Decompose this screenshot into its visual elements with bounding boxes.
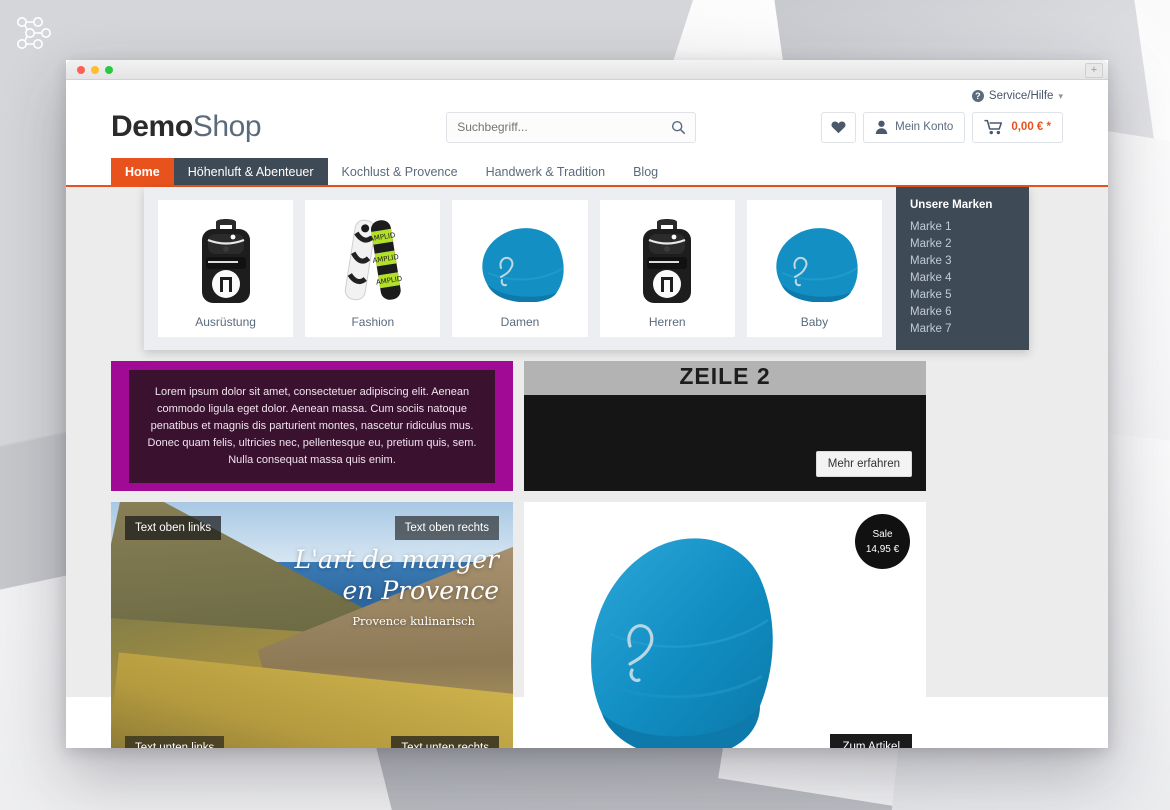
category-label: Fashion bbox=[351, 315, 395, 329]
brand-link[interactable]: Marke 5 bbox=[910, 287, 1015, 304]
browser-window: + ? Service/Hilfe ▾ DemoShop Suchbegriff… bbox=[66, 60, 1108, 748]
category-card-damen[interactable]: Damen bbox=[452, 200, 588, 337]
brand-link[interactable]: Marke 4 bbox=[910, 270, 1015, 287]
brands-panel: Unsere Marken Marke 1 Marke 2 Marke 3 Ma… bbox=[896, 187, 1029, 350]
new-tab-button[interactable]: + bbox=[1085, 63, 1103, 78]
zum-artikel-button[interactable]: Zum Artikel bbox=[830, 734, 912, 748]
mehr-erfahren-button[interactable]: Mehr erfahren bbox=[815, 451, 912, 477]
shop-header: ? Service/Hilfe ▾ DemoShop Suchbegriff..… bbox=[66, 80, 1108, 158]
category-label: Ausrüstung bbox=[195, 315, 256, 329]
account-label: Mein Konto bbox=[895, 121, 954, 133]
backpack-icon bbox=[201, 218, 250, 303]
overlay-top-right[interactable]: Text oben rechts bbox=[394, 516, 499, 540]
node-graph-icon bbox=[17, 17, 51, 49]
service-help-link[interactable]: ? Service/Hilfe ▾ bbox=[971, 90, 1063, 102]
header-actions: Mein Konto 0,00 € * bbox=[821, 111, 1063, 143]
desktop: + ? Service/Hilfe ▾ DemoShop Suchbegriff… bbox=[0, 0, 1170, 810]
cart-amount: 0,00 € * bbox=[1011, 121, 1051, 133]
logo-bold: Demo bbox=[111, 110, 193, 143]
logo-light: Shop bbox=[192, 110, 262, 143]
sale-label: Sale bbox=[872, 528, 893, 540]
category-label: Baby bbox=[800, 315, 829, 329]
user-icon bbox=[875, 120, 888, 134]
search-button[interactable] bbox=[661, 113, 695, 142]
maximize-icon[interactable] bbox=[105, 66, 113, 74]
category-label: Herren bbox=[648, 315, 686, 329]
beanie-icon bbox=[776, 227, 859, 302]
category-card-fashion[interactable]: AMPLID AMPLID AMPLID Fashion bbox=[305, 200, 441, 337]
cart-icon bbox=[984, 119, 1003, 135]
minimize-icon[interactable] bbox=[91, 66, 99, 74]
search-icon bbox=[671, 120, 685, 134]
nav-item-kochlust[interactable]: Kochlust & Provence bbox=[328, 158, 472, 185]
shop-logo[interactable]: DemoShop bbox=[111, 110, 262, 144]
category-flyout: Ausrüstung AMPLID AMPLID AMPLID Fashion … bbox=[144, 187, 1029, 350]
page-viewport: ? Service/Hilfe ▾ DemoShop Suchbegriff..… bbox=[66, 80, 1108, 748]
nav-item-home[interactable]: Home bbox=[111, 158, 174, 185]
category-image bbox=[753, 210, 876, 313]
category-image bbox=[606, 210, 729, 313]
sale-price: 14,95 € bbox=[865, 543, 900, 555]
banner-title-line2: en Provence bbox=[342, 576, 499, 605]
main-navigation: Home Höhenluft & Abenteuer Kochlust & Pr… bbox=[66, 158, 1108, 187]
cart-button[interactable]: 0,00 € * bbox=[972, 111, 1063, 143]
overlay-bottom-left[interactable]: Text unten links bbox=[125, 736, 225, 748]
category-card-ausruestung[interactable]: Ausrüstung bbox=[158, 200, 294, 337]
banner-subtitle: Provence kulinarisch bbox=[352, 614, 475, 628]
nav-item-hoehenluft[interactable]: Höhenluft & Abenteuer bbox=[173, 158, 328, 185]
search-input[interactable] bbox=[447, 120, 662, 134]
category-label: Damen bbox=[500, 315, 540, 329]
overlay-top-left[interactable]: Text oben links bbox=[125, 516, 222, 540]
window-titlebar[interactable]: + bbox=[66, 60, 1108, 80]
brand-link[interactable]: Marke 6 bbox=[910, 304, 1015, 321]
service-row: ? Service/Hilfe ▾ bbox=[111, 80, 1063, 102]
provence-banner[interactable]: L'art de manger en Provence Provence kul… bbox=[111, 502, 513, 748]
window-controls[interactable] bbox=[77, 66, 113, 74]
nav-item-handwerk[interactable]: Handwerk & Tradition bbox=[472, 158, 620, 185]
wishlist-button[interactable] bbox=[821, 111, 857, 143]
beanie-icon bbox=[482, 227, 564, 302]
brand-link[interactable]: Marke 3 bbox=[910, 253, 1015, 270]
snowboards-icon: AMPLID AMPLID AMPLID bbox=[344, 219, 403, 300]
page-body: Lorem ipsum dolor sit amet, consectetuer… bbox=[66, 187, 1108, 748]
nav-list: Home Höhenluft & Abenteuer Kochlust & Pr… bbox=[111, 158, 1063, 185]
account-button[interactable]: Mein Konto bbox=[863, 111, 966, 143]
category-image bbox=[458, 210, 581, 313]
brand-link[interactable]: Marke 1 bbox=[910, 219, 1015, 236]
overlay-bottom-right[interactable]: Text unten rechts bbox=[391, 736, 499, 748]
nav-item-blog[interactable]: Blog bbox=[619, 158, 672, 185]
zeile-banner: ZEILE 2 Mehr erfahren bbox=[524, 361, 926, 491]
banner-title-line1: L'art de manger bbox=[294, 545, 499, 574]
brands-title: Unsere Marken bbox=[910, 199, 993, 211]
category-card-baby[interactable]: Baby bbox=[746, 200, 883, 337]
beanie-product-image bbox=[591, 538, 773, 748]
question-mark-icon: ? bbox=[971, 90, 984, 102]
category-card-herren[interactable]: Herren bbox=[599, 200, 735, 337]
category-image bbox=[164, 210, 287, 313]
header-main: DemoShop Suchbegriff... Mein Konto 0,00 … bbox=[111, 102, 1063, 158]
chevron-down-icon: ▾ bbox=[1058, 90, 1063, 101]
heart-icon bbox=[831, 121, 846, 134]
promo-text: Lorem ipsum dolor sit amet, consectetuer… bbox=[129, 369, 495, 483]
banner-title: L'art de manger en Provence bbox=[111, 544, 499, 606]
service-help-label: Service/Hilfe bbox=[988, 90, 1054, 102]
category-image: AMPLID AMPLID AMPLID bbox=[311, 210, 434, 313]
search-box[interactable] bbox=[446, 111, 697, 143]
product-banner[interactable]: Sale 14,95 € Zum Artikel bbox=[524, 502, 926, 748]
brand-link[interactable]: Marke 7 bbox=[910, 321, 1015, 338]
category-grid: Ausrüstung AMPLID AMPLID AMPLID Fashion … bbox=[144, 187, 896, 350]
brand-link[interactable]: Marke 2 bbox=[910, 236, 1015, 253]
sale-badge: Sale 14,95 € bbox=[855, 514, 910, 569]
backpack-icon bbox=[643, 218, 692, 303]
promo-text-banner: Lorem ipsum dolor sit amet, consectetuer… bbox=[111, 361, 513, 491]
close-icon[interactable] bbox=[77, 66, 85, 74]
